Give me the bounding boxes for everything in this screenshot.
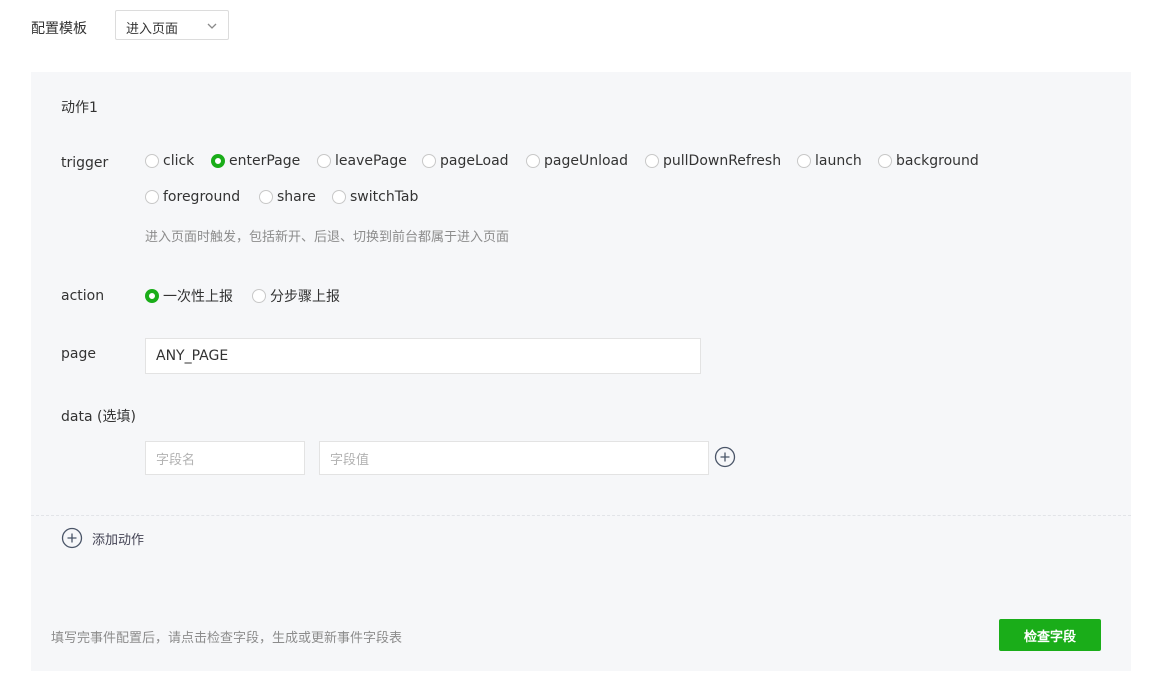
data-label: data (选填) bbox=[61, 409, 136, 425]
option-label: background bbox=[896, 153, 979, 169]
radio-icon bbox=[797, 154, 811, 168]
action-option-once[interactable]: 一次性上报 bbox=[145, 286, 233, 306]
action-label: action bbox=[61, 288, 105, 304]
radio-icon bbox=[878, 154, 892, 168]
radio-icon bbox=[317, 154, 331, 168]
template-select-value: 进入页面 bbox=[126, 22, 179, 37]
check-fields-button[interactable]: 检查字段 bbox=[999, 619, 1101, 651]
trigger-option-enterpage[interactable]: enterPage bbox=[211, 153, 300, 169]
radio-icon bbox=[259, 190, 273, 204]
option-label: pageLoad bbox=[440, 153, 509, 169]
page-input[interactable]: ANY_PAGE bbox=[145, 338, 701, 374]
trigger-option-background[interactable]: background bbox=[878, 153, 979, 169]
plus-circle-icon bbox=[61, 527, 83, 549]
option-label: enterPage bbox=[229, 153, 301, 169]
trigger-option-launch[interactable]: launch bbox=[797, 153, 862, 169]
field-name-placeholder: 字段名 bbox=[156, 452, 196, 468]
trigger-option-click[interactable]: click bbox=[145, 153, 194, 169]
trigger-option-pageload[interactable]: pageLoad bbox=[422, 153, 509, 169]
chevron-down-icon bbox=[207, 23, 217, 29]
option-label: foreground bbox=[163, 189, 241, 205]
option-label: 分步骤上报 bbox=[270, 289, 340, 305]
option-label: share bbox=[277, 189, 316, 205]
radio-icon bbox=[145, 190, 159, 204]
template-select[interactable]: 进入页面 bbox=[115, 10, 229, 40]
radio-icon bbox=[332, 190, 346, 204]
option-label: switchTab bbox=[350, 189, 419, 205]
option-label: launch bbox=[815, 153, 862, 169]
trigger-label: trigger bbox=[61, 155, 109, 171]
option-label: pullDownRefresh bbox=[663, 153, 782, 169]
field-value-input[interactable]: 字段值 bbox=[319, 441, 709, 475]
radio-icon bbox=[422, 154, 436, 168]
radio-checked-icon bbox=[145, 289, 159, 303]
trigger-option-share[interactable]: share bbox=[259, 189, 316, 205]
page-label: page bbox=[61, 346, 96, 362]
page-input-value: ANY_PAGE bbox=[156, 348, 229, 364]
panel-divider bbox=[31, 515, 1131, 516]
trigger-hint: 进入页面时触发，包括新开、后退、切换到前台都属于进入页面 bbox=[145, 230, 510, 245]
trigger-option-leavepage[interactable]: leavePage bbox=[317, 153, 407, 169]
option-label: leavePage bbox=[335, 153, 407, 169]
add-field-plus-icon[interactable] bbox=[714, 446, 736, 468]
radio-icon bbox=[252, 289, 266, 303]
add-action-button[interactable]: 添加动作 bbox=[61, 527, 144, 549]
trigger-option-pulldownrefresh[interactable]: pullDownRefresh bbox=[645, 153, 781, 169]
trigger-option-switchtab[interactable]: switchTab bbox=[332, 189, 418, 205]
option-label: pageUnload bbox=[544, 153, 629, 169]
radio-icon bbox=[645, 154, 659, 168]
add-action-label: 添加动作 bbox=[92, 532, 145, 548]
radio-icon bbox=[145, 154, 159, 168]
option-label: 一次性上报 bbox=[163, 289, 233, 305]
radio-checked-icon bbox=[211, 154, 225, 168]
trigger-option-foreground[interactable]: foreground bbox=[145, 189, 240, 205]
field-name-input[interactable]: 字段名 bbox=[145, 441, 305, 475]
option-label: click bbox=[163, 153, 195, 169]
template-label: 配置模板 bbox=[31, 21, 87, 37]
footer-hint: 填写完事件配置后，请点击检查字段，生成或更新事件字段表 bbox=[51, 631, 403, 646]
action-option-stepwise[interactable]: 分步骤上报 bbox=[252, 286, 340, 306]
action-title: 动作1 bbox=[61, 100, 98, 116]
trigger-option-pageunload[interactable]: pageUnload bbox=[526, 153, 628, 169]
radio-icon bbox=[526, 154, 540, 168]
field-value-placeholder: 字段值 bbox=[330, 452, 370, 468]
